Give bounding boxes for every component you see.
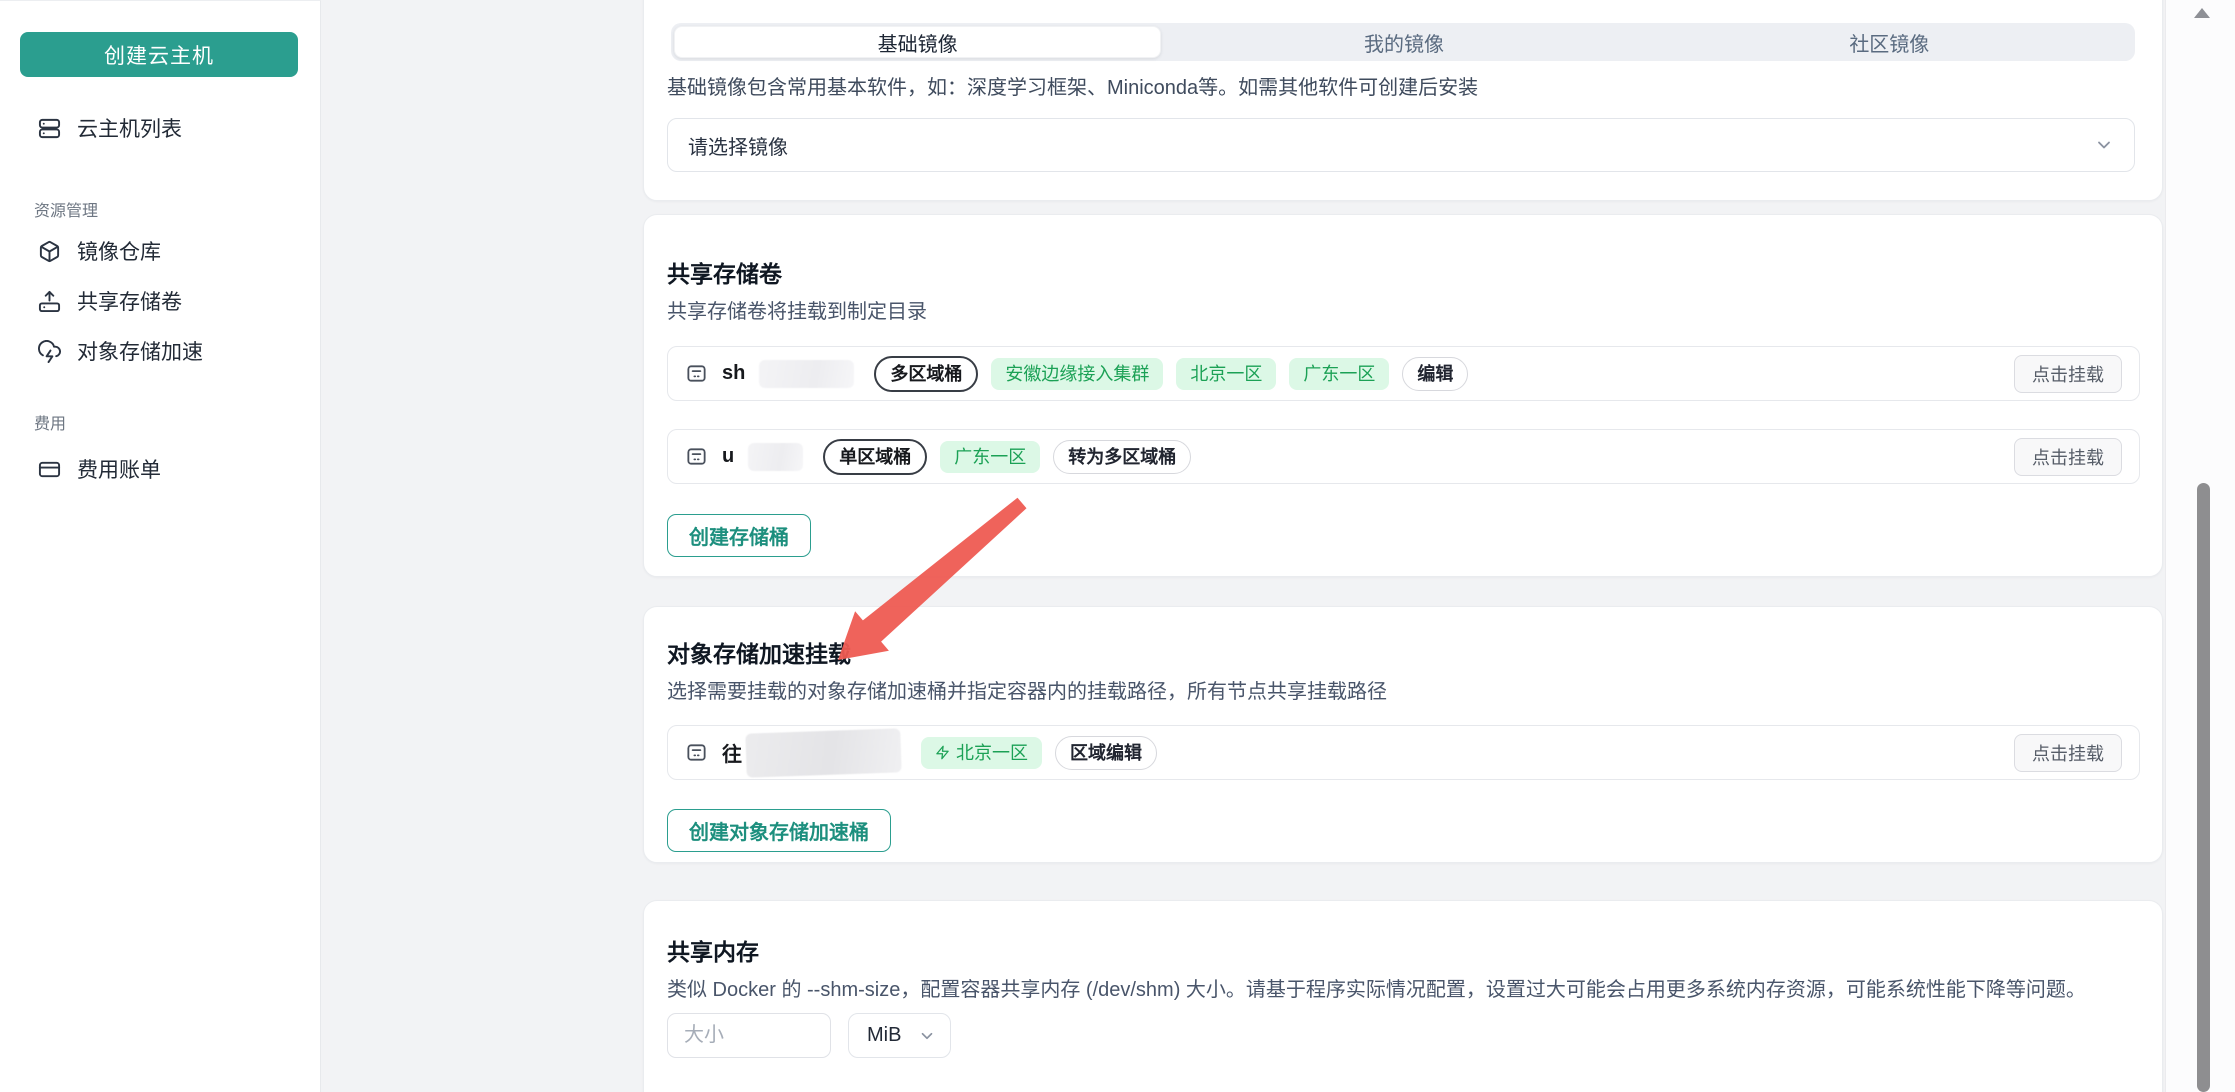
region-tag: 北京一区 [1176,358,1276,390]
upload-icon [38,290,61,313]
bucket-name: u [722,445,734,468]
chevron-down-icon [2094,135,2114,155]
sidebar-item-label: 对象存储加速 [77,336,203,366]
convert-multi-region-button[interactable]: 转为多区域桶 [1053,440,1191,474]
sidebar-item-shared-volume[interactable]: 共享存储卷 [38,285,182,317]
redacted-name-blob [748,443,803,471]
shared-storage-title: 共享存储卷 [667,255,782,289]
redacted-name-blob [759,360,854,388]
sidebar-item-billing[interactable]: 费用账单 [38,453,161,485]
object-storage-subtitle: 选择需要挂载的对象存储加速桶并指定容器内的挂载路径，所有节点共享挂载路径 [667,675,1387,704]
region-edit-button[interactable]: 区域编辑 [1055,736,1157,770]
shm-unit-select[interactable]: MiB [848,1013,951,1058]
region-tag: 广东一区 [940,441,1040,473]
bucket-name: sh [722,362,745,385]
bucket-tags: 北京一区 区域编辑 [921,736,1157,770]
edit-tag-button[interactable]: 编辑 [1402,357,1468,391]
sidebar-item-host-list[interactable]: 云主机列表 [38,112,182,144]
hard-drive-icon [685,445,708,468]
package-icon [38,240,61,263]
bucket-tags: 多区域桶 安徽边缘接入集群 北京一区 广东一区 编辑 [874,356,1468,392]
shared-memory-card: 共享内存 类似 Docker 的 --shm-size，配置容器共享内存 (/d… [643,900,2163,1092]
shared-memory-description: 类似 Docker 的 --shm-size，配置容器共享内存 (/dev/sh… [667,973,2086,1002]
image-select-card: 基础镜像 我的镜像 社区镜像 基础镜像包含常用基本软件，如：深度学习框架、Min… [643,0,2163,201]
sidebar-item-label: 共享存储卷 [77,286,182,316]
shared-storage-card: 共享存储卷 共享存储卷将挂载到制定目录 sh 多区域桶 安徽边缘接入集群 北京一… [643,214,2163,577]
sidebar-section-billing: 费用 [34,410,66,434]
tab-base-image[interactable]: 基础镜像 [674,26,1161,58]
image-select-placeholder: 请选择镜像 [688,131,788,160]
sidebar-item-label: 云主机列表 [77,113,182,143]
sidebar: 创建云主机 云主机列表 资源管理 镜像仓库 共享存储卷 对象存储加速 费用 费用… [0,0,321,1092]
tab-my-image[interactable]: 我的镜像 [1161,26,1646,58]
bucket-name: 往 [722,738,742,767]
shared-storage-subtitle: 共享存储卷将挂载到制定目录 [667,295,927,324]
image-tabs: 基础镜像 我的镜像 社区镜像 [671,23,2135,61]
storage-bucket-row: sh 多区域桶 安徽边缘接入集群 北京一区 广东一区 编辑 点击挂载 [667,346,2140,401]
mount-button[interactable]: 点击挂载 [2014,734,2122,772]
object-storage-title: 对象存储加速挂载 [667,635,851,669]
accel-bucket-row: 往 北京一区 区域编辑 点击挂载 [667,725,2140,780]
cloud-lightning-icon [38,340,61,363]
region-tag: 北京一区 [921,737,1042,769]
lightning-icon [935,745,950,760]
bucket-tags: 单区域桶 广东一区 转为多区域桶 [823,439,1191,475]
image-description: 基础镜像包含常用基本软件，如：深度学习框架、Miniconda等。如需其他软件可… [667,71,1478,100]
create-bucket-button[interactable]: 创建存储桶 [667,514,811,557]
credit-card-icon [38,458,61,481]
sidebar-item-image-repo[interactable]: 镜像仓库 [38,235,161,267]
create-cloud-host-button[interactable]: 创建云主机 [20,32,298,77]
sidebar-item-label: 费用账单 [77,454,161,484]
tab-community-image[interactable]: 社区镜像 [1647,26,2132,58]
redacted-name-blob [745,728,901,777]
mount-button[interactable]: 点击挂载 [2014,355,2122,393]
bucket-type-tag: 多区域桶 [874,356,978,392]
region-tag: 安徽边缘接入集群 [991,358,1163,390]
sidebar-item-object-storage-accel[interactable]: 对象存储加速 [38,335,203,367]
object-storage-card: 对象存储加速挂载 选择需要挂载的对象存储加速桶并指定容器内的挂载路径，所有节点共… [643,606,2163,863]
chevron-down-icon [918,1027,936,1045]
shared-memory-title: 共享内存 [667,933,759,967]
bucket-type-tag: 单区域桶 [823,439,927,475]
sidebar-item-label: 镜像仓库 [77,236,161,266]
storage-bucket-row: u 单区域桶 广东一区 转为多区域桶 点击挂载 [667,429,2140,484]
hard-drive-icon [685,741,708,764]
shm-size-input[interactable] [667,1013,831,1058]
scrollbar-thumb[interactable] [2197,483,2210,1092]
scroll-up-arrow[interactable] [2194,8,2210,18]
hard-drive-icon [685,362,708,385]
shm-unit-value: MiB [867,1024,901,1047]
region-tag-label: 北京一区 [956,744,1028,762]
region-tag: 广东一区 [1289,358,1389,390]
server-icon [38,117,61,140]
create-accel-bucket-button[interactable]: 创建对象存储加速桶 [667,809,891,852]
image-select-dropdown[interactable]: 请选择镜像 [667,118,2135,172]
scrollbar [2165,0,2235,1092]
mount-button[interactable]: 点击挂载 [2014,438,2122,476]
sidebar-section-resources: 资源管理 [34,197,98,221]
